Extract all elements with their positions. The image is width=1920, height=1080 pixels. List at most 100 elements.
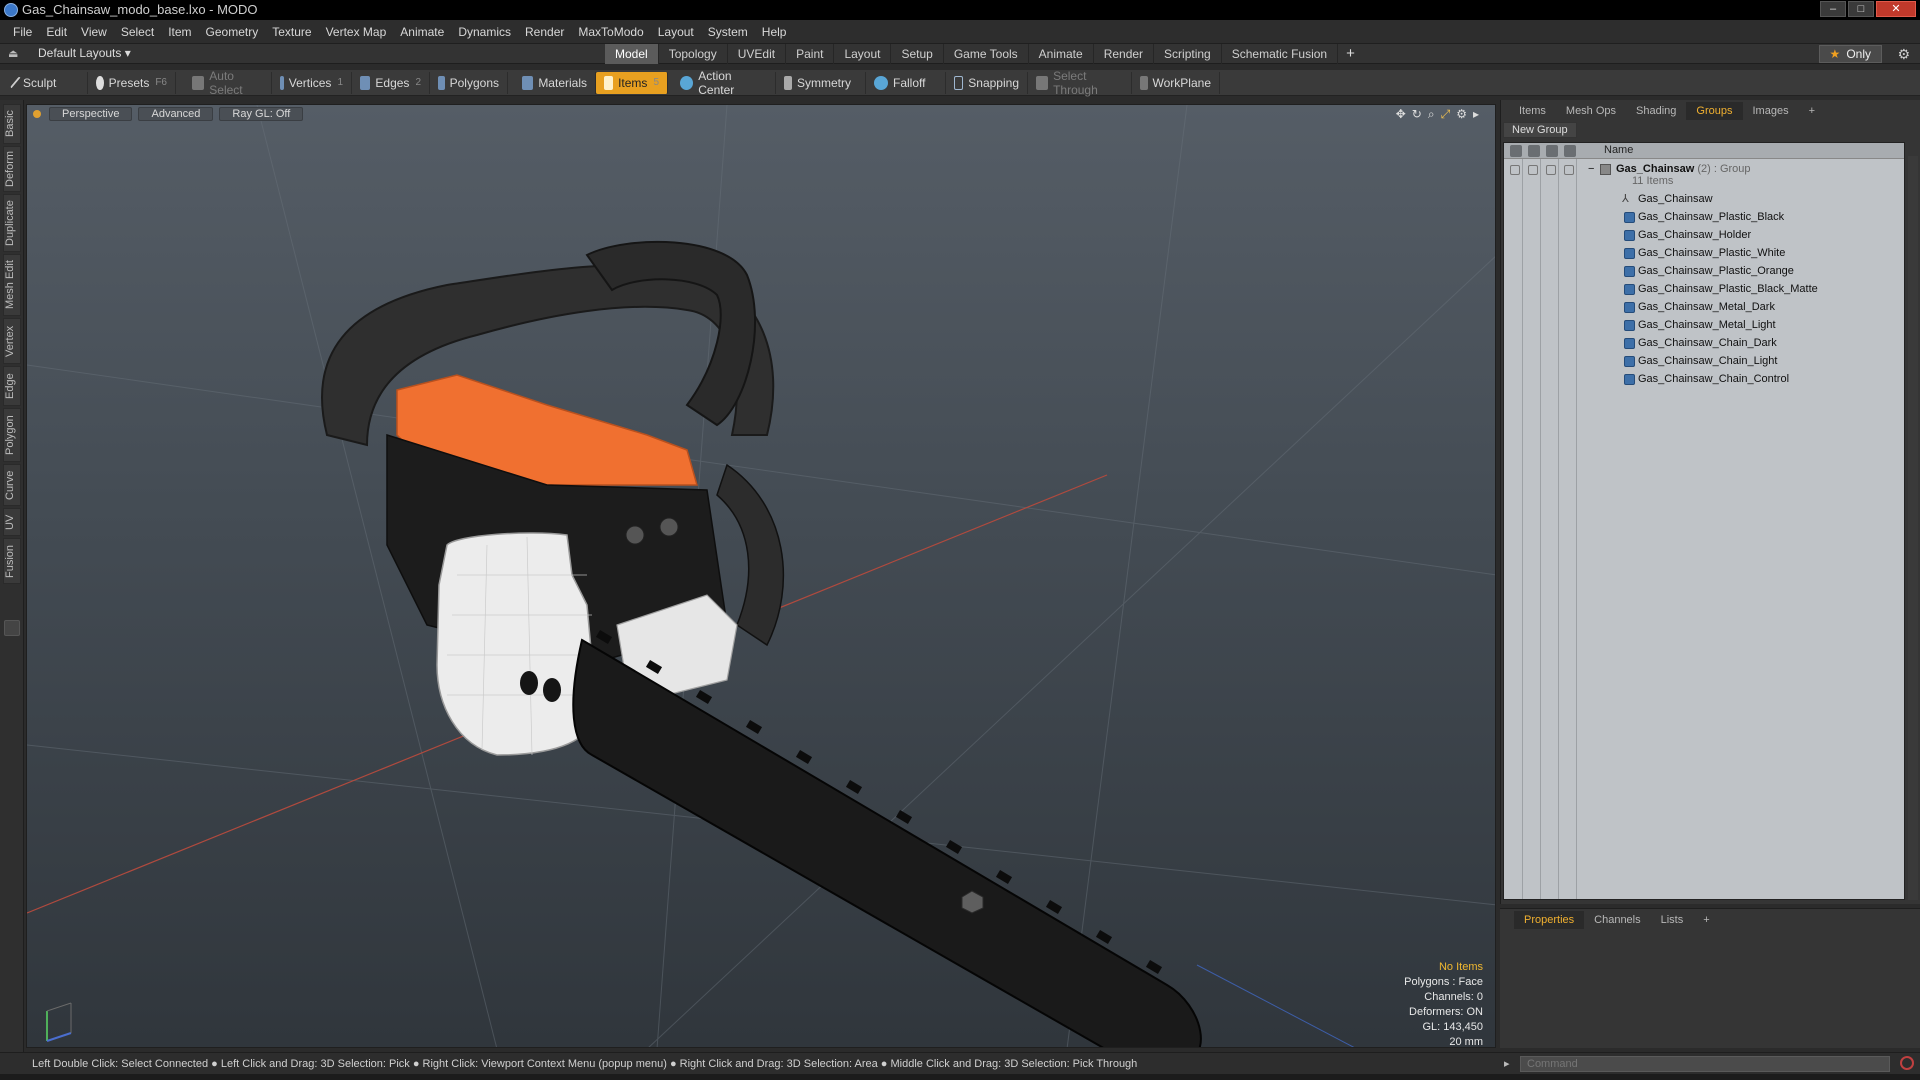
menu-view[interactable]: View	[74, 20, 114, 44]
tree-item[interactable]: Gas_Chainsaw_Chain_Dark	[1504, 335, 1904, 353]
default-layouts-dropdown[interactable]: Default Layouts ▾	[38, 46, 131, 60]
vtab-basic[interactable]: Basic	[3, 104, 21, 144]
menu-edit[interactable]: Edit	[39, 20, 74, 44]
menu-vertex-map[interactable]: Vertex Map	[319, 20, 394, 44]
tree-item[interactable]: Gas_Chainsaw_Plastic_Orange	[1504, 263, 1904, 281]
tab-paint[interactable]: Paint	[786, 44, 835, 64]
edges-button[interactable]: Edges 2	[352, 71, 430, 94]
menu-select[interactable]: Select	[114, 20, 161, 44]
vtab-duplicate[interactable]: Duplicate	[3, 194, 21, 252]
add-panel-tab-button[interactable]: +	[1799, 102, 1825, 120]
polygons-button[interactable]: Polygons	[430, 71, 508, 94]
group-row[interactable]: − Gas_Chainsaw (2) : Group 11 Items	[1504, 161, 1904, 189]
menu-layout[interactable]: Layout	[651, 20, 701, 44]
vtab-fusion[interactable]: Fusion	[3, 538, 21, 584]
add-properties-tab-button[interactable]: +	[1693, 911, 1719, 929]
tree-item[interactable]: Gas_Chainsaw_Plastic_Black_Matte	[1504, 281, 1904, 299]
tab-scripting[interactable]: Scripting	[1154, 44, 1222, 64]
tab-game-tools[interactable]: Game Tools	[944, 44, 1029, 64]
tab-images[interactable]: Images	[1743, 102, 1799, 120]
eye-icon[interactable]	[1510, 165, 1520, 175]
vtab-mesh-edit[interactable]: Mesh Edit	[3, 254, 21, 316]
tree-item[interactable]: Gas_Chainsaw_Plastic_Black	[1504, 209, 1904, 227]
menu-render[interactable]: Render	[518, 20, 571, 44]
select-through-button[interactable]: Select Through	[1028, 69, 1132, 97]
workplane-button[interactable]: WorkPlane	[1132, 71, 1220, 94]
close-button[interactable]: ✕	[1876, 1, 1916, 17]
tab-uvedit[interactable]: UVEdit	[728, 44, 787, 64]
gear-icon[interactable]: ⚙	[1897, 46, 1910, 63]
viewport-menu-dot-icon[interactable]	[33, 110, 41, 118]
pan-icon[interactable]: ✥	[1396, 107, 1406, 122]
collapse-icon[interactable]: −	[1588, 163, 1594, 175]
tab-setup[interactable]: Setup	[891, 44, 944, 64]
vtab-deform[interactable]: Deform	[3, 146, 21, 192]
tab-model[interactable]: Model	[605, 44, 659, 64]
3d-viewport[interactable]: Perspective Advanced Ray GL: Off ✥ ↻ ⌕ ⤢…	[26, 104, 1496, 1048]
viewport-settings-icon[interactable]: ⚙	[1456, 107, 1467, 122]
vtab-vertex[interactable]: Vertex	[3, 318, 21, 364]
name-column-header[interactable]: Name	[1604, 144, 1633, 156]
tab-mesh-ops[interactable]: Mesh Ops	[1556, 102, 1626, 120]
menu-file[interactable]: File	[6, 20, 39, 44]
render-icon[interactable]	[1528, 165, 1538, 175]
items-button[interactable]: Items 5	[596, 71, 668, 94]
fit-icon[interactable]: ⤢	[1441, 107, 1451, 122]
menu-help[interactable]: Help	[755, 20, 794, 44]
add-layout-tab-button[interactable]: +	[1338, 44, 1363, 64]
minimize-button[interactable]: –	[1820, 1, 1846, 17]
sculpt-button[interactable]: Sculpt	[6, 71, 88, 94]
vtab-curve[interactable]: Curve	[3, 464, 21, 506]
tab-render[interactable]: Render	[1094, 44, 1155, 64]
tree-item[interactable]: ⅄ Gas_Chainsaw	[1504, 191, 1904, 209]
tree-item[interactable]: Gas_Chainsaw_Chain_Light	[1504, 353, 1904, 371]
tree-item[interactable]: Gas_Chainsaw_Metal_Dark	[1504, 299, 1904, 317]
select-icon[interactable]	[1564, 165, 1574, 175]
snapping-button[interactable]: Snapping	[946, 71, 1028, 94]
zoom-icon[interactable]: ⌕	[1428, 107, 1435, 122]
materials-button[interactable]: Materials	[514, 71, 596, 94]
menu-geometry[interactable]: Geometry	[199, 20, 266, 44]
tree-item[interactable]: Gas_Chainsaw_Chain_Control	[1504, 371, 1904, 389]
falloff-button[interactable]: Falloff	[866, 71, 946, 94]
tab-animate[interactable]: Animate	[1029, 44, 1094, 64]
tree-item[interactable]: Gas_Chainsaw_Holder	[1504, 227, 1904, 245]
command-clear-icon[interactable]	[1900, 1056, 1914, 1070]
maximize-button[interactable]: □	[1848, 1, 1874, 17]
left-panel-toggle-button[interactable]	[4, 620, 20, 636]
groups-scrollbar[interactable]	[1908, 156, 1918, 900]
tree-item[interactable]: Gas_Chainsaw_Plastic_White	[1504, 245, 1904, 263]
lock-icon[interactable]	[1546, 165, 1556, 175]
new-group-button[interactable]: New Group	[1503, 122, 1577, 138]
tab-groups[interactable]: Groups	[1686, 102, 1743, 120]
command-input[interactable]	[1520, 1056, 1890, 1072]
tab-properties[interactable]: Properties	[1514, 911, 1585, 929]
visibility-column-icon[interactable]	[1510, 145, 1522, 157]
layout-expand-icon[interactable]: ⏏	[8, 48, 20, 60]
menu-item[interactable]: Item	[161, 20, 198, 44]
lock-column-icon[interactable]	[1546, 145, 1558, 157]
vertices-button[interactable]: Vertices 1	[272, 71, 352, 94]
tab-items[interactable]: Items	[1509, 102, 1556, 120]
select-column-icon[interactable]	[1564, 145, 1576, 157]
menu-maxtomodo[interactable]: MaxToModo	[571, 20, 650, 44]
tab-schematic-fusion[interactable]: Schematic Fusion	[1222, 44, 1339, 64]
vtab-polygon[interactable]: Polygon	[3, 408, 21, 462]
command-history-arrow-icon[interactable]: ▸	[1504, 1057, 1510, 1070]
tab-layout[interactable]: Layout	[834, 44, 892, 64]
menu-animate[interactable]: Animate	[393, 20, 451, 44]
view-mode-dropdown[interactable]: Perspective	[49, 107, 133, 121]
tab-lists[interactable]: Lists	[1651, 911, 1694, 929]
menu-system[interactable]: System	[701, 20, 755, 44]
menu-texture[interactable]: Texture	[265, 20, 318, 44]
shading-mode-dropdown[interactable]: Advanced	[138, 107, 214, 121]
viewport-expand-icon[interactable]: ▸	[1473, 107, 1479, 122]
symmetry-button[interactable]: Symmetry	[776, 71, 866, 94]
render-column-icon[interactable]	[1528, 145, 1540, 157]
tab-shading[interactable]: Shading	[1626, 102, 1686, 120]
presets-button[interactable]: Presets F6	[88, 71, 176, 94]
menu-dynamics[interactable]: Dynamics	[451, 20, 518, 44]
tab-topology[interactable]: Topology	[659, 44, 728, 64]
tree-item[interactable]: Gas_Chainsaw_Metal_Light	[1504, 317, 1904, 335]
auto-select-button[interactable]: Auto Select	[184, 69, 272, 97]
